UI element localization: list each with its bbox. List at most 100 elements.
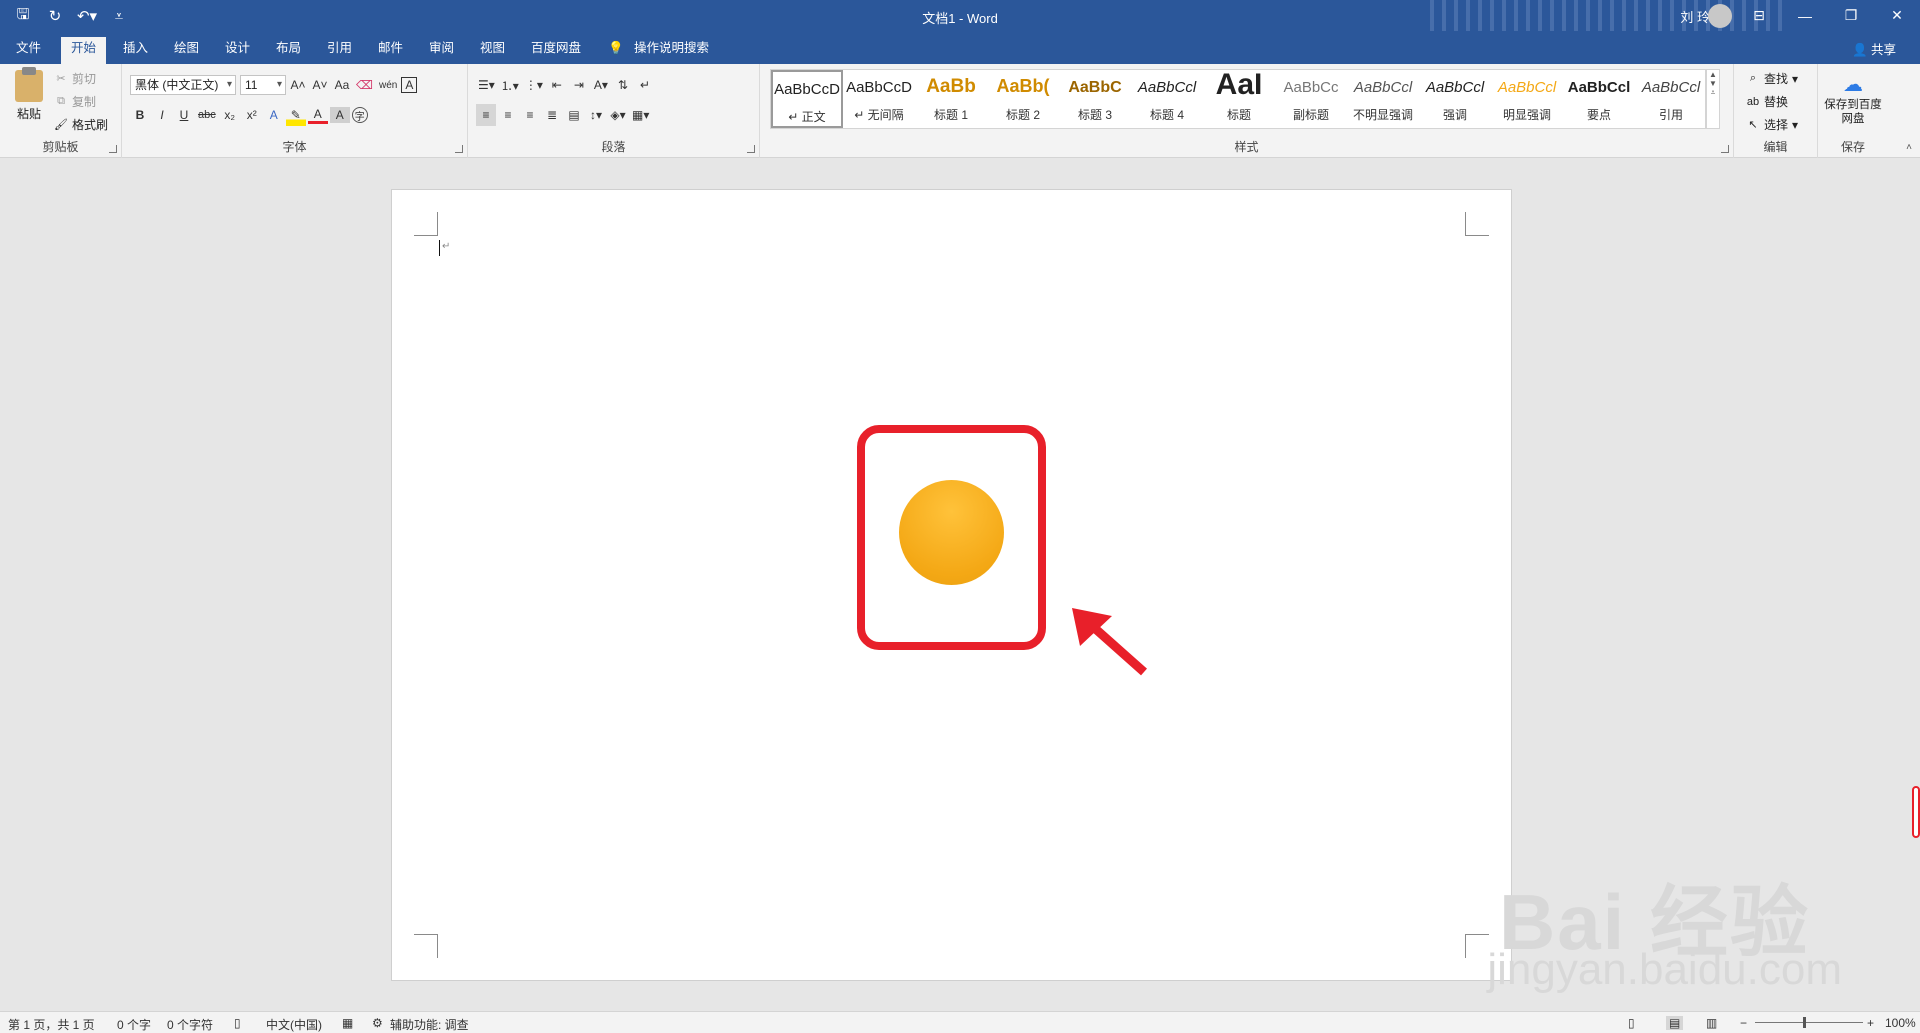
find-button[interactable]: ⌕ 查找 ▾ [1746,70,1798,87]
zoom-in-icon[interactable]: + [1867,1016,1874,1030]
restore-icon[interactable]: ❐ [1828,0,1874,31]
replace-icon: ab [1746,95,1760,108]
subscript-icon[interactable]: x₂ [220,104,240,126]
text-effects-icon[interactable]: A [264,104,284,126]
cursor-arrow-icon: ↖ [1748,119,1758,131]
replace-label: 替换 [1764,95,1789,109]
word-count[interactable]: 0 个字 [117,1016,151,1033]
decrease-indent-icon[interactable]: ⇤ [547,74,567,96]
ribbon-display-icon[interactable]: ⊟ [1736,0,1782,31]
group-label-clipboard: 剪贴板 [42,140,79,154]
document-page[interactable]: ↵ [391,189,1512,981]
tab-layout[interactable]: 布局 [266,38,311,64]
char-shading-icon[interactable]: A [329,107,350,123]
person-icon: 👤 [1851,43,1871,57]
tab-baidu-netdisk[interactable]: 百度网盘 [521,38,591,64]
bullets-icon[interactable]: ☰▾ [476,74,497,96]
grow-font-icon[interactable]: A˄ [288,74,308,96]
align-left-icon[interactable]: ≡ [476,104,496,126]
group-paragraph: ☰▾ ⒈▾ ⋮▾ ⇤ ⇥ A▾ ⇅ ↵ ≡ ≡ ≡ ≣ ▤ ↕▾ ◈▾ ▦▾ 段… [468,64,760,158]
tab-insert[interactable]: 插入 [113,38,158,64]
orange-circle-shape[interactable] [899,480,1004,585]
tell-me-search[interactable]: 操作说明搜索 [624,38,719,64]
paragraph-launcher[interactable] [747,145,755,153]
multilevel-list-icon[interactable]: ⋮▾ [523,74,545,96]
select-button[interactable]: ↖ 选择 ▾ [1746,116,1798,133]
highlight-icon[interactable]: ✎ [285,104,306,126]
share-button[interactable]: 👤 共享 [1852,39,1896,58]
distributed-icon[interactable]: ▤ [564,104,584,126]
tab-design[interactable]: 设计 [215,38,260,64]
cut-button[interactable]: ✂ 剪切 [54,70,96,87]
zoom-slider[interactable] [1755,1022,1863,1023]
shrink-font-icon[interactable]: A˅ [310,74,330,96]
align-right-icon[interactable]: ≡ [520,104,540,126]
chevron-down-icon: ▾ [1792,117,1799,132]
paste-button[interactable]: 粘贴 [10,67,48,122]
proofing-icon[interactable]: ▯ [234,1016,241,1030]
group-clipboard: 粘贴 ✂ 剪切 ⧉ 复制 🖌 格式刷 剪贴板 [0,64,122,158]
clipboard-launcher[interactable] [109,145,117,153]
char-border-icon[interactable]: A [401,77,418,93]
underline-icon[interactable]: U [174,104,194,126]
align-center-icon[interactable]: ≡ [498,104,518,126]
vertical-scrollbar[interactable] [1912,786,1920,838]
baidu-cloud-icon[interactable]: ☁ [1840,72,1866,96]
zoom-slider-thumb[interactable] [1803,1017,1806,1028]
justify-icon[interactable]: ≣ [542,104,562,126]
tab-file[interactable]: 文件 [6,38,51,64]
superscript-icon[interactable]: x² [242,104,262,126]
change-case-icon[interactable]: Aa [332,74,352,96]
shading-icon[interactable]: ◈▾ [608,104,628,126]
margin-corner-top-left [414,212,438,236]
macro-icon[interactable]: ▦ [342,1016,353,1030]
zoom-level[interactable]: 100% [1885,1016,1916,1030]
styles-launcher[interactable] [1721,145,1729,153]
chinese-layout-icon[interactable]: A▾ [591,74,611,96]
show-marks-icon[interactable]: ↵ [635,74,655,96]
char-count[interactable]: 0 个字符 [167,1016,213,1033]
paste-label: 粘贴 [16,107,41,121]
close-icon[interactable]: ✕ [1874,0,1920,31]
line-spacing-icon[interactable]: ↕▾ [586,104,606,126]
font-name-combo[interactable]: 黑体 (中文正文) [130,75,236,95]
format-painter-button[interactable]: 🖌 格式刷 [54,116,108,133]
web-layout-icon[interactable]: ▥ [1706,1016,1717,1030]
sort-icon[interactable]: ⇅ [613,74,633,96]
accessibility-status[interactable]: 辅助功能: 调查 [390,1016,469,1033]
italic-icon[interactable]: I [152,104,172,126]
font-launcher[interactable] [455,145,463,153]
read-mode-icon[interactable]: ▯ [1628,1016,1635,1030]
tab-view[interactable]: 视图 [470,38,515,64]
collapse-ribbon-icon[interactable]: ˄ [1906,142,1912,153]
borders-icon[interactable]: ▦▾ [630,104,651,126]
save-to-baidu-button[interactable]: 保存到百度网盘 [1820,98,1886,126]
avatar[interactable] [1708,4,1732,28]
bold-icon[interactable]: B [130,104,150,126]
accessibility-icon: ⚙ [372,1016,383,1030]
increase-indent-icon[interactable]: ⇥ [569,74,589,96]
tab-draw[interactable]: 绘图 [164,38,209,64]
page-count[interactable]: 第 1 页，共 1 页 [8,1016,95,1033]
print-layout-icon[interactable]: ▤ [1666,1016,1684,1030]
minimize-icon[interactable]: — [1782,0,1828,31]
replace-button[interactable]: ab 替换 [1746,93,1788,110]
font-color-icon[interactable]: A [307,106,328,124]
strikethrough-icon[interactable]: abc [196,104,218,126]
enclose-char-icon[interactable]: 字 [351,107,368,123]
language-status[interactable]: 中文(中国) [266,1016,322,1033]
find-label: 查找 [1764,72,1789,86]
zoom-out-icon[interactable]: − [1740,1016,1747,1030]
font-size-combo[interactable]: 11 [240,75,286,95]
tab-review[interactable]: 审阅 [419,38,464,64]
phonetic-guide-icon[interactable]: wén [377,74,399,96]
tab-mailings[interactable]: 邮件 [368,38,413,64]
tab-references[interactable]: 引用 [317,38,362,64]
chevron-down-icon: ▾ [1792,71,1799,86]
numbering-icon[interactable]: ⒈▾ [499,74,521,96]
user-name[interactable]: 刘 玲 [1680,7,1710,26]
tab-home[interactable]: 开始 [61,37,107,64]
group-editing: ⌕ 查找 ▾ ab 替换 ↖ 选择 ▾ 编辑 [1734,64,1818,158]
copy-button[interactable]: ⧉ 复制 [54,93,96,110]
clear-format-icon[interactable]: ⌫ [354,74,375,96]
